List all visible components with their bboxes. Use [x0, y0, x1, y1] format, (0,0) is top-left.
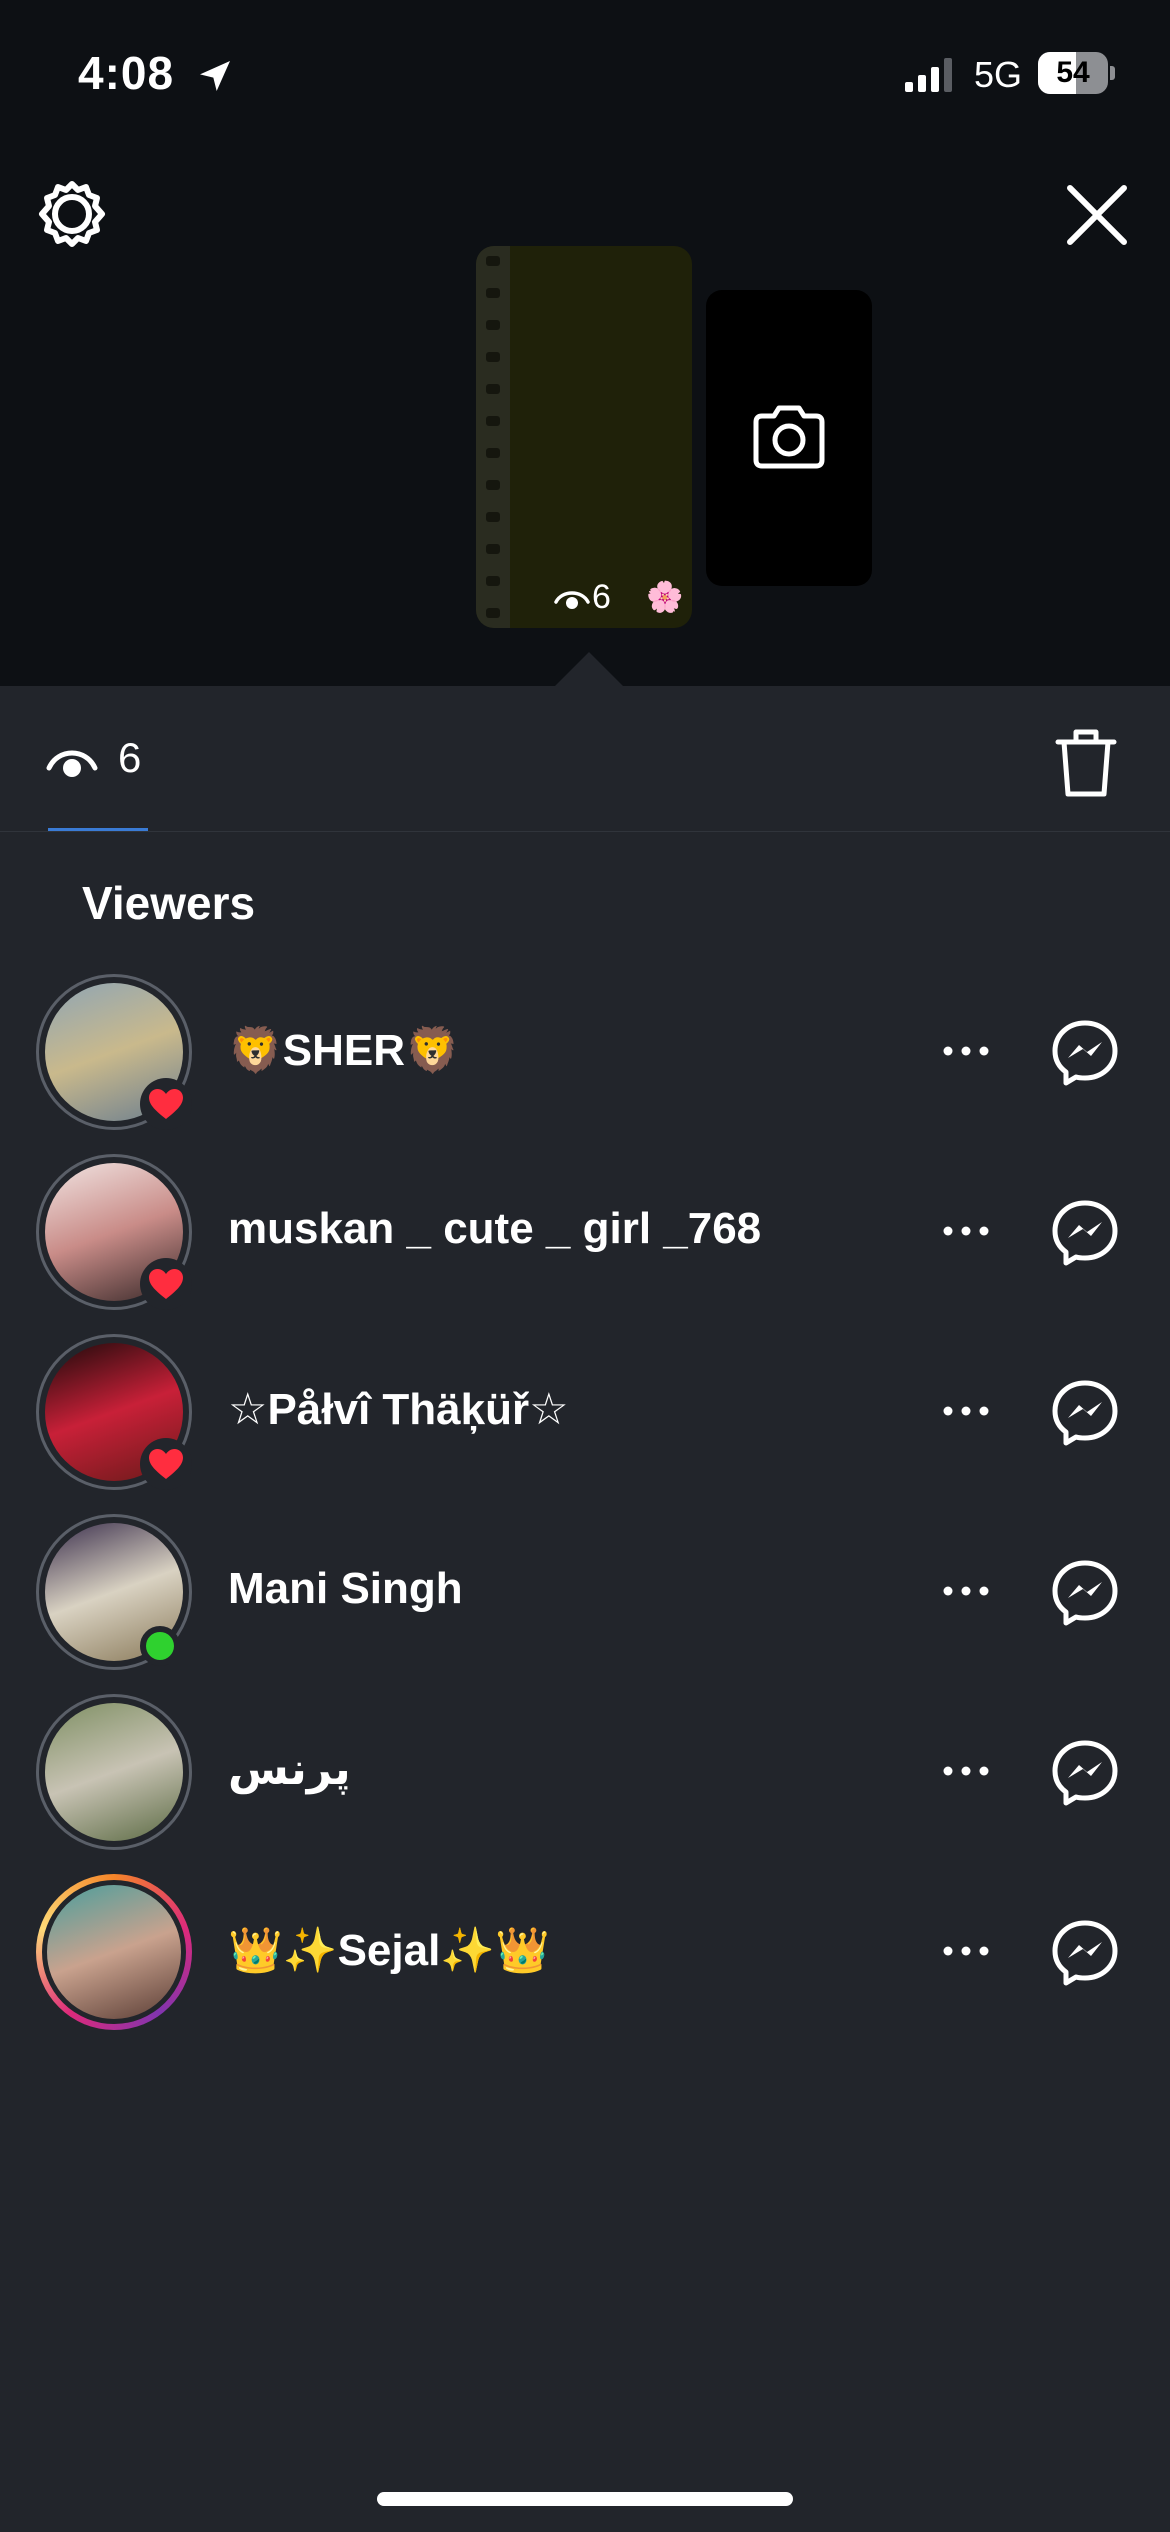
views-eye-icon[interactable]	[46, 742, 98, 782]
trash-icon[interactable]	[1054, 726, 1118, 800]
messenger-icon[interactable]	[1050, 1738, 1120, 1808]
story-view-count: 6	[592, 578, 611, 616]
cellular-signal-icon	[905, 58, 952, 92]
viewer-row[interactable]: 👑✨Sejal✨👑	[0, 1874, 1170, 2054]
viewer-row[interactable]: Mani Singh	[0, 1514, 1170, 1694]
more-options-icon[interactable]	[936, 1574, 996, 1608]
location-arrow-icon	[200, 61, 230, 91]
viewer-username[interactable]: 👑✨Sejal✨👑	[228, 1924, 550, 1976]
settings-gear-icon[interactable]	[36, 178, 108, 250]
viewers-heading: Viewers	[82, 877, 256, 929]
add-story-card[interactable]	[706, 290, 872, 586]
more-options-icon[interactable]	[936, 1934, 996, 1968]
viewer-row[interactable]: muskan _ cute _ girl _768	[0, 1154, 1170, 1334]
battery-level: 54	[1056, 56, 1090, 89]
status-time: 4:08	[78, 47, 175, 99]
viewer-username[interactable]: 🦁SHER🦁	[228, 1024, 460, 1076]
views-count: 6	[118, 734, 142, 781]
more-options-icon[interactable]	[936, 1034, 996, 1068]
viewer-row[interactable]: ☆Påłvî Thäķüř☆	[0, 1334, 1170, 1514]
viewer-username[interactable]: Mani Singh	[228, 1564, 463, 1614]
messenger-icon[interactable]	[1050, 1018, 1120, 1088]
viewer-username[interactable]: پرنس	[228, 1744, 351, 1795]
flower-sticker-icon: 🌸	[646, 581, 684, 614]
liked-heart-icon	[140, 1078, 192, 1130]
more-options-icon[interactable]	[936, 1214, 996, 1248]
close-icon[interactable]	[1062, 180, 1132, 250]
camera-icon	[753, 405, 825, 469]
home-indicator[interactable]	[377, 2492, 793, 2506]
selection-pointer	[555, 652, 623, 686]
messenger-icon[interactable]	[1050, 1918, 1120, 1988]
viewer-avatar[interactable]	[36, 1694, 192, 1850]
story-preview-area: 4:08 5G 54 6 🌸	[0, 0, 1170, 686]
viewer-username[interactable]: ☆Påłvî Thäķüř☆	[228, 1384, 569, 1435]
online-status-dot	[140, 1626, 180, 1666]
more-options-icon[interactable]	[936, 1754, 996, 1788]
more-options-icon[interactable]	[936, 1394, 996, 1428]
messenger-icon[interactable]	[1050, 1378, 1120, 1448]
liked-heart-icon	[140, 1438, 192, 1490]
story-metrics-bar: 6	[0, 686, 1170, 832]
battery-icon: 54	[1038, 52, 1115, 94]
viewer-avatar[interactable]	[36, 1874, 192, 2030]
eye-icon	[554, 591, 590, 609]
liked-heart-icon	[140, 1258, 192, 1310]
network-type-label: 5G	[974, 54, 1023, 95]
messenger-icon[interactable]	[1050, 1198, 1120, 1268]
viewer-row[interactable]: پرنس	[0, 1694, 1170, 1874]
story-thumbnail[interactable]: 6 🌸	[476, 246, 692, 628]
messenger-icon[interactable]	[1050, 1558, 1120, 1628]
viewer-username[interactable]: muskan _ cute _ girl _768	[228, 1204, 761, 1254]
film-strip	[476, 246, 510, 628]
viewer-row[interactable]: 🦁SHER🦁	[0, 974, 1170, 1154]
views-tab-underline	[48, 828, 148, 831]
status-bar: 4:08 5G 54	[0, 0, 1170, 150]
